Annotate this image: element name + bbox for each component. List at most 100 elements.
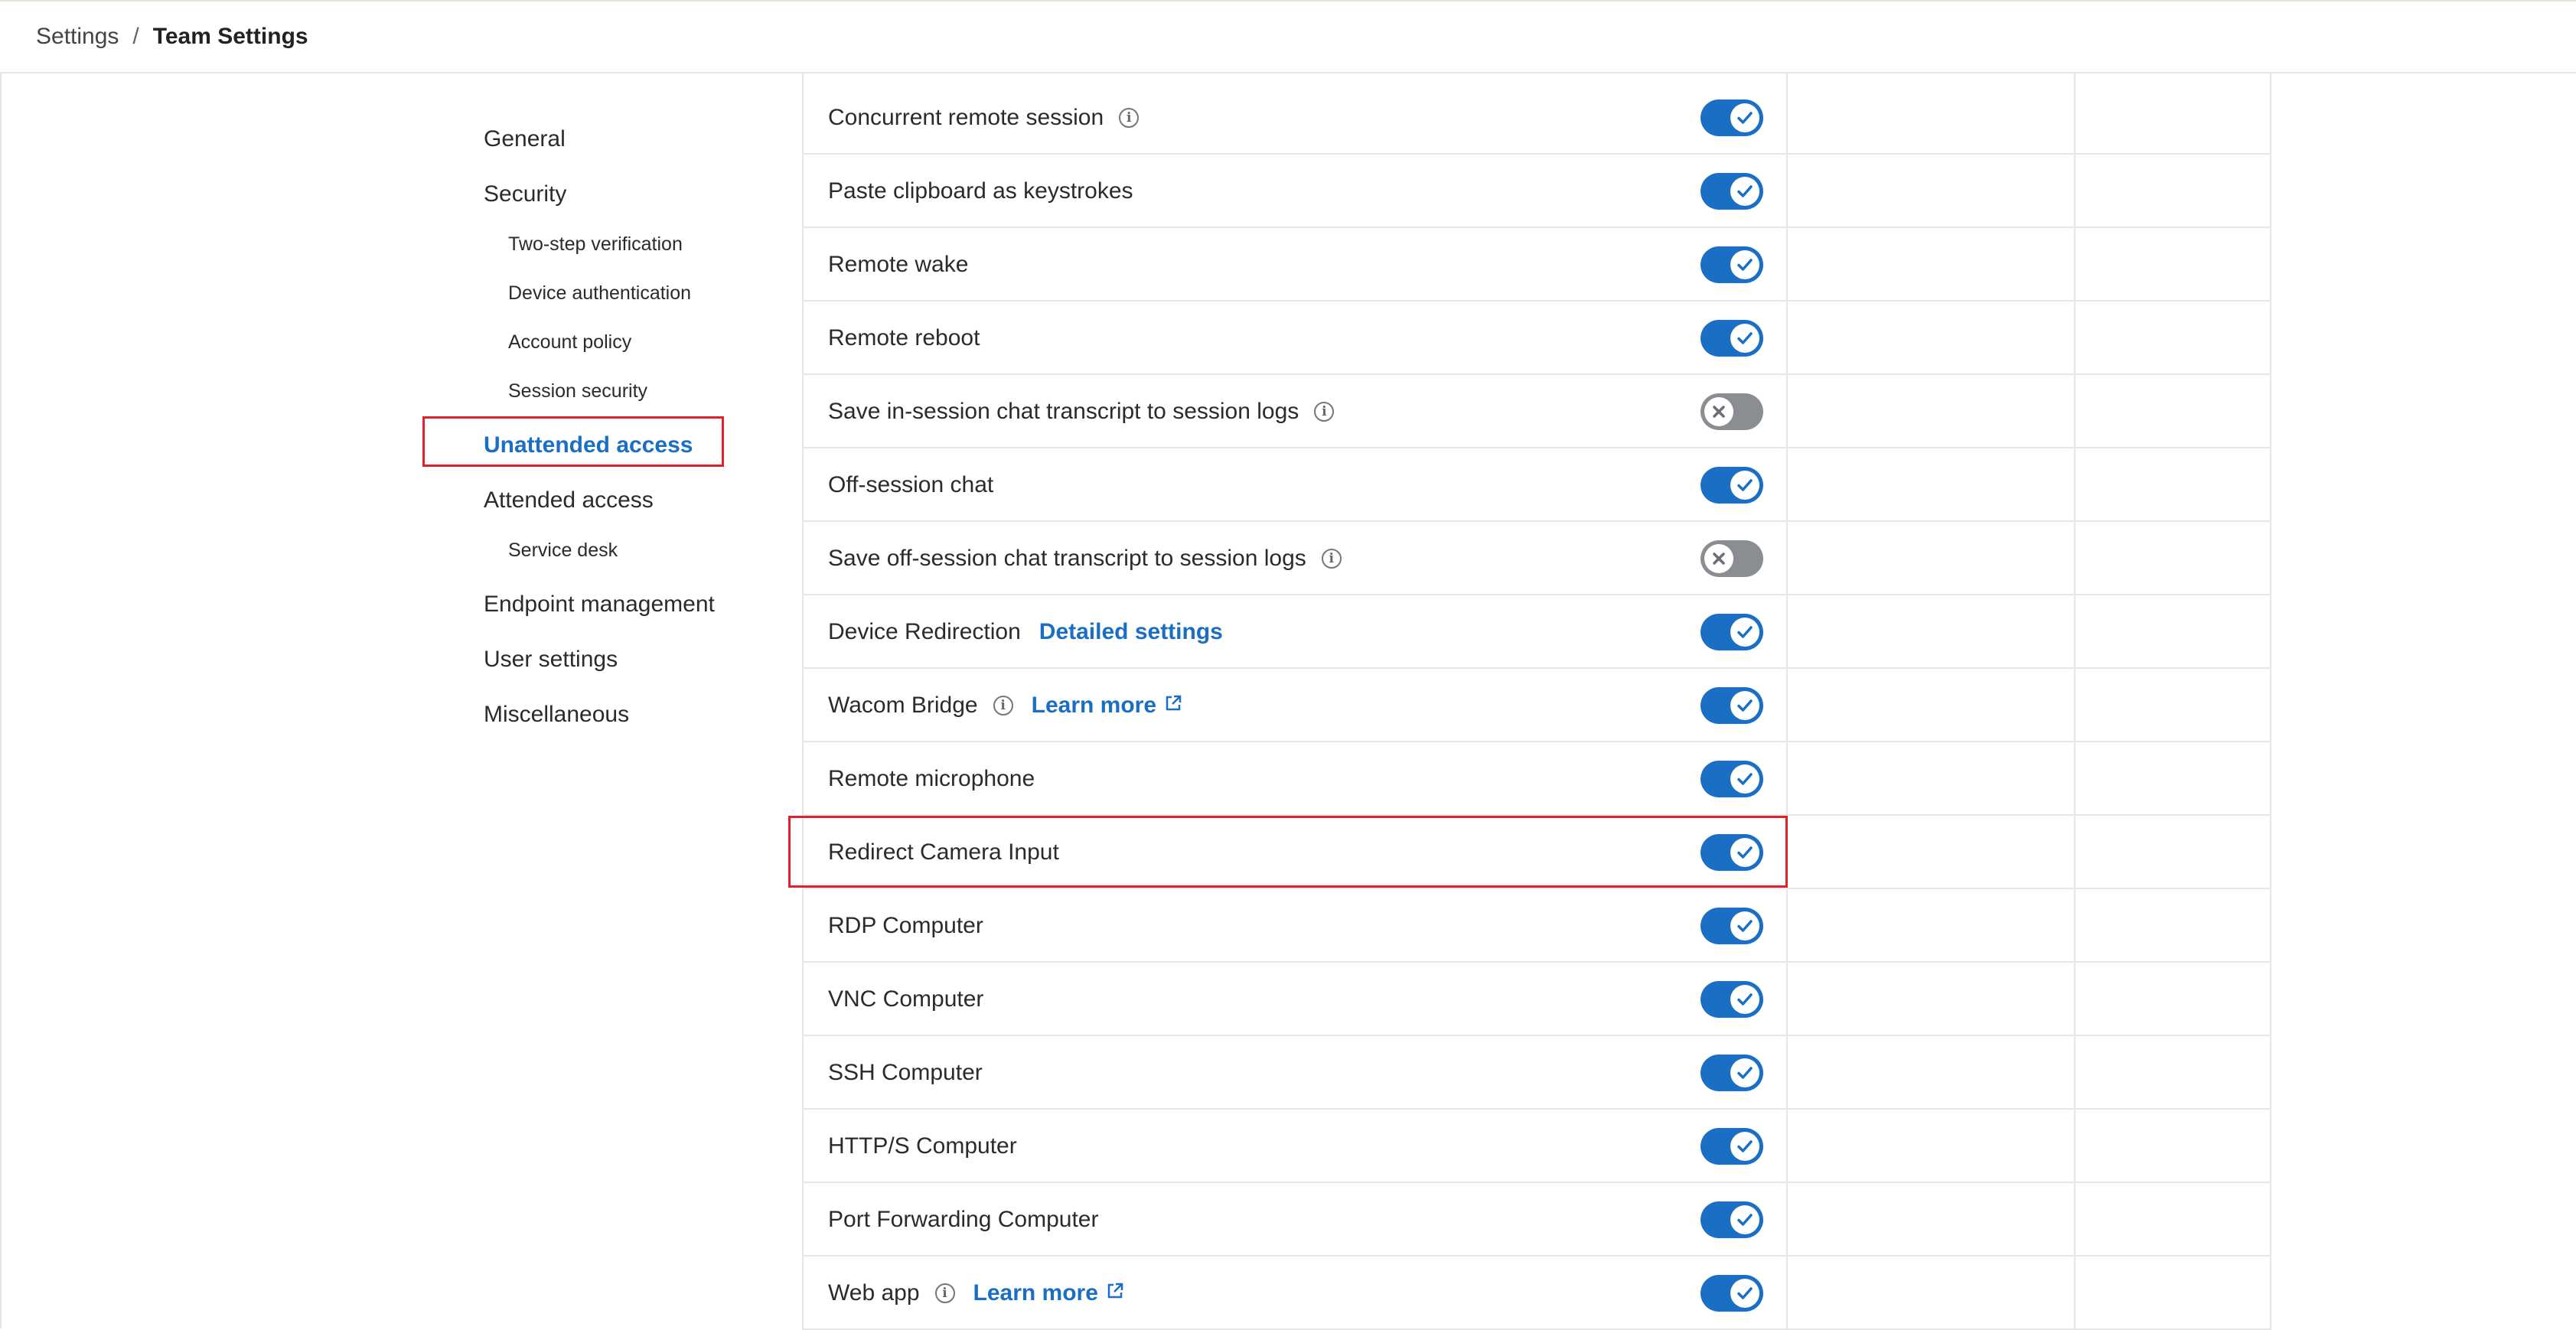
check-icon (1730, 177, 1759, 206)
setting-label: Remote wake (828, 252, 969, 277)
check-icon (1730, 1058, 1759, 1087)
setting-label-container: Port Forwarding Computer (828, 1183, 1098, 1257)
setting-label: VNC Computer (828, 986, 984, 1012)
setting-toggle[interactable] (1700, 908, 1763, 944)
check-icon (1730, 250, 1759, 279)
setting-label: Off-session chat (828, 472, 994, 497)
settings-sidebar: General Security Two-step verification Devi… (0, 73, 765, 1328)
external-link-icon (1164, 693, 1182, 719)
check-icon (1730, 324, 1759, 353)
setting-row: Remote microphone (802, 742, 2271, 816)
check-icon (1730, 1132, 1759, 1161)
sidebar-item-miscellaneous[interactable]: Miscellaneous (484, 699, 629, 730)
sidebar-item-device-authentication[interactable]: Device authentication (508, 280, 691, 306)
check-icon (1730, 618, 1759, 647)
info-icon[interactable]: i (1314, 402, 1335, 422)
setting-toggle[interactable] (1700, 1275, 1763, 1312)
info-icon[interactable]: i (1321, 549, 1342, 569)
setting-toggle[interactable] (1700, 687, 1763, 724)
info-icon[interactable]: i (993, 696, 1013, 716)
setting-row: Remote reboot (802, 302, 2271, 375)
setting-label-container: HTTP/S Computer (828, 1110, 1017, 1183)
sidebar-item-security[interactable]: Security (484, 179, 566, 210)
setting-toggle[interactable] (1700, 393, 1763, 430)
setting-toggle[interactable] (1700, 614, 1763, 650)
setting-toggle[interactable] (1700, 467, 1763, 504)
setting-row: Web app i Learn more (802, 1257, 2271, 1330)
setting-label-container: Web app i Learn more (828, 1257, 1124, 1330)
setting-row: RDP Computer (802, 889, 2271, 963)
external-link-icon (1106, 1280, 1124, 1306)
setting-label: HTTP/S Computer (828, 1133, 1017, 1159)
close-icon (1704, 544, 1733, 573)
check-icon (1730, 911, 1759, 940)
check-icon (1730, 471, 1759, 500)
setting-label-container: Off-session chat (828, 448, 993, 522)
setting-row: Wacom Bridge i Learn more (802, 669, 2271, 742)
sidebar-item-user-settings[interactable]: User settings (484, 644, 618, 675)
setting-row: Concurrent remote session i (802, 81, 2271, 155)
setting-toggle[interactable] (1700, 540, 1763, 577)
setting-toggle[interactable] (1700, 1201, 1763, 1238)
setting-label: Port Forwarding Computer (828, 1207, 1099, 1232)
breadcrumb-settings[interactable]: Settings (36, 24, 119, 50)
sidebar-item-endpoint-management[interactable]: Endpoint management (484, 589, 715, 620)
setting-toggle[interactable] (1700, 981, 1763, 1018)
sidebar-item-service-desk[interactable]: Service desk (508, 537, 618, 563)
setting-label-container: Concurrent remote session i (828, 81, 1140, 155)
info-icon[interactable]: i (934, 1283, 955, 1303)
setting-row: Port Forwarding Computer (802, 1183, 2271, 1257)
setting-row: Save off-session chat transcript to sess… (802, 522, 2271, 595)
sidebar-item-two-step-verification[interactable]: Two-step verification (508, 231, 683, 257)
sidebar-item-general[interactable]: General (484, 124, 566, 155)
check-icon (1730, 691, 1759, 720)
breadcrumb-separator: / (132, 24, 139, 49)
detailed-settings-link[interactable]: Detailed settings (1039, 619, 1223, 645)
setting-toggle[interactable] (1700, 99, 1763, 136)
learn-more-link[interactable]: Learn more (1032, 693, 1182, 719)
info-icon[interactable]: i (1119, 108, 1140, 128)
check-icon (1730, 1279, 1759, 1308)
sidebar-item-attended-access[interactable]: Attended access (484, 485, 654, 516)
setting-toggle[interactable] (1700, 761, 1763, 797)
setting-row: SSH Computer (802, 1036, 2271, 1110)
link-label: Detailed settings (1039, 619, 1223, 644)
breadcrumb-current: Team Settings (152, 24, 308, 49)
setting-toggle[interactable] (1700, 320, 1763, 357)
setting-toggle[interactable] (1700, 246, 1763, 283)
setting-label: Paste clipboard as keystrokes (828, 178, 1133, 204)
setting-row: VNC Computer (802, 963, 2271, 1036)
settings-table: Concurrent remote session i Paste clipboar… (788, 73, 2271, 1330)
setting-toggle[interactable] (1700, 173, 1763, 210)
link-label: Learn more (973, 1280, 1098, 1306)
setting-label: RDP Computer (828, 913, 983, 938)
setting-label-container: Paste clipboard as keystrokes (828, 155, 1133, 228)
setting-row: Save in-session chat transcript to sessi… (802, 375, 2271, 448)
setting-label-container: SSH Computer (828, 1036, 983, 1110)
setting-row: Off-session chat (802, 448, 2271, 522)
setting-label: Web app (828, 1280, 920, 1306)
setting-label-container: Remote microphone (828, 742, 1035, 816)
setting-label-container: Device Redirection Detailed settings (828, 595, 1223, 669)
breadcrumb: Settings / Team Settings (0, 0, 2576, 73)
setting-label-container: Remote wake (828, 228, 968, 302)
setting-toggle[interactable] (1700, 1128, 1763, 1165)
check-icon (1730, 103, 1759, 132)
setting-row: HTTP/S Computer (802, 1110, 2271, 1183)
setting-toggle[interactable] (1700, 1055, 1763, 1091)
setting-label-container: RDP Computer (828, 889, 983, 963)
setting-label-container: Wacom Bridge i Learn more (828, 669, 1182, 742)
setting-label-container: Remote reboot (828, 302, 980, 375)
setting-label: SSH Computer (828, 1060, 983, 1085)
link-label: Learn more (1031, 693, 1157, 718)
sidebar-item-session-security[interactable]: Session security (508, 378, 647, 404)
learn-more-link[interactable]: Learn more (973, 1280, 1124, 1306)
check-icon (1730, 764, 1759, 794)
sidebar-item-account-policy[interactable]: Account policy (508, 329, 631, 355)
setting-label: Save in-session chat transcript to sessi… (828, 399, 1299, 424)
setting-label: Concurrent remote session (828, 105, 1104, 130)
sidebar-active-highlight (422, 416, 724, 467)
setting-label: Save off-session chat transcript to sess… (828, 546, 1306, 571)
setting-label-container: Save in-session chat transcript to sessi… (828, 375, 1335, 448)
close-icon (1704, 397, 1733, 426)
